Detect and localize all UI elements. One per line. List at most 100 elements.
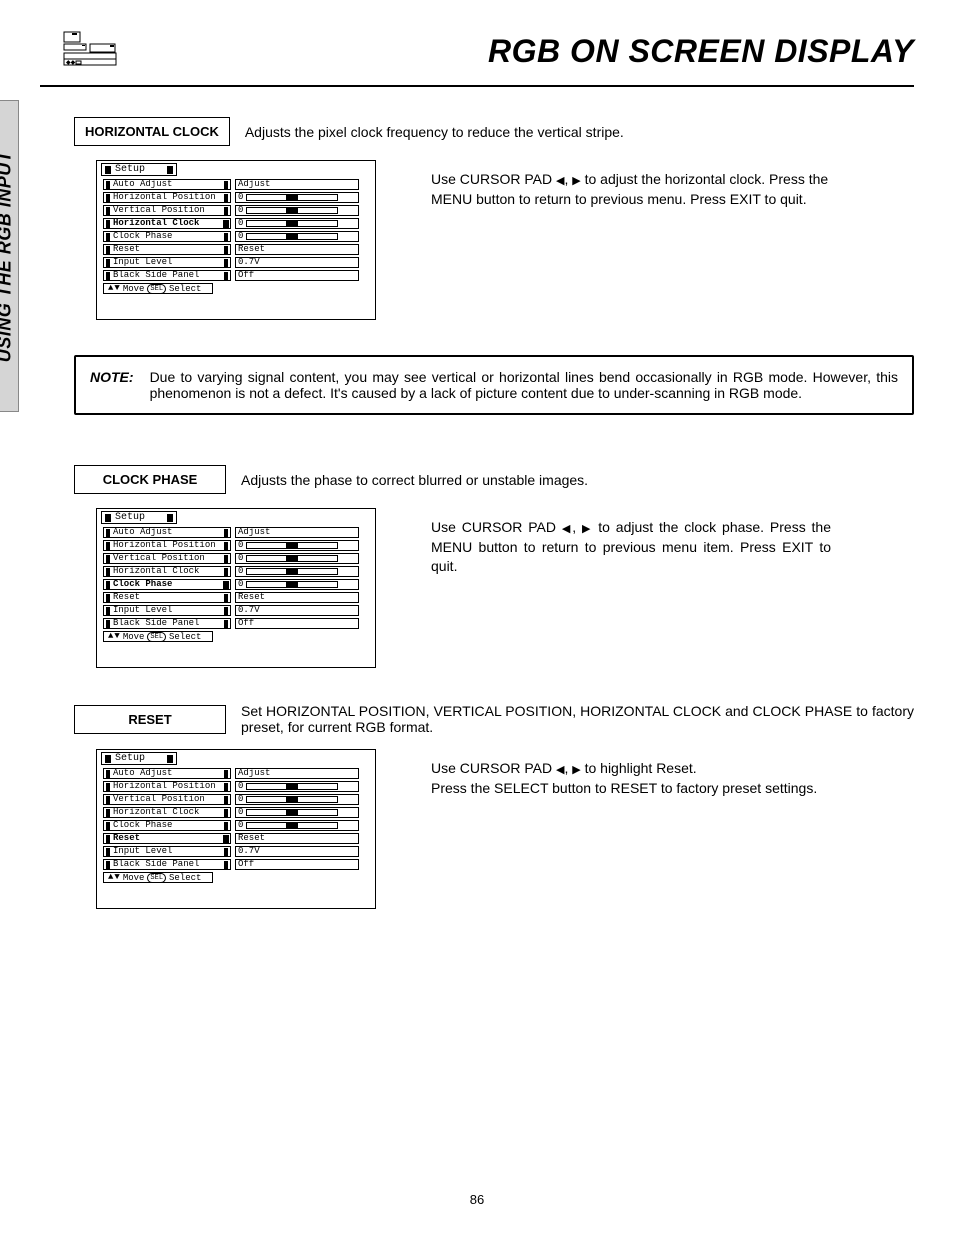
osd-row: Black Side Panel Off [97,617,375,630]
osd-row-label: Vertical Position [103,794,231,805]
osd-hint: ▲▼ Move SEL Select [103,631,213,642]
device-icon: ◆◆ [62,30,117,73]
section-label: RESET [74,705,226,734]
osd-row-label: Black Side Panel [103,859,231,870]
section-instruction: Use CURSOR PAD ◀, ▶ to highlight Reset.P… [431,759,817,798]
osd-row-label: Horizontal Clock [103,807,231,818]
osd-row: Input Level 0.7V [97,256,375,269]
osd-title: Setup [101,511,177,524]
section-description: Adjusts the pixel clock frequency to red… [245,124,914,140]
osd-row-label: Horizontal Clock [103,566,231,577]
osd-row-value: 0 [235,540,359,551]
osd-row-value: Reset [235,244,359,255]
page-header: ◆◆ RGB ON SCREEN DISPLAY [40,25,914,87]
osd-row-value: 0 [235,231,359,242]
osd-row: Vertical Position 0 [97,793,375,806]
page-number: 86 [0,1192,954,1207]
osd-row: Clock Phase 0 [97,819,375,832]
osd-row-label: Clock Phase [103,820,231,831]
osd-row-value: 0 [235,579,359,590]
osd-row-label: Horizontal Clock [103,218,231,229]
osd-row-value: 0.7V [235,605,359,616]
osd-row-label: Horizontal Position [103,192,231,203]
osd-title: Setup [101,163,177,176]
osd-row-value: Off [235,618,359,629]
osd-row-label: Horizontal Position [103,540,231,551]
osd-row-label: Vertical Position [103,205,231,216]
osd-panel: SetupAuto AdjustAdjustHorizontal Positio… [96,508,376,668]
osd-row-label: Black Side Panel [103,270,231,281]
osd-row-label: Horizontal Position [103,781,231,792]
osd-panel: SetupAuto AdjustAdjustHorizontal Positio… [96,749,376,909]
osd-hint: ▲▼ Move SEL Select [103,283,213,294]
osd-row-label: Input Level [103,605,231,616]
osd-row-label: Clock Phase [103,579,231,590]
section-description: Adjusts the phase to correct blurred or … [241,472,914,488]
osd-row-value: Off [235,270,359,281]
osd-hint: ▲▼ Move SEL Select [103,872,213,883]
osd-title: Setup [101,752,177,765]
osd-row: ResetReset [97,243,375,256]
osd-row: Horizontal Position 0 [97,191,375,204]
osd-row-value: Reset [235,592,359,603]
osd-row: Input Level 0.7V [97,604,375,617]
osd-row-label: Auto Adjust [103,179,231,190]
osd-row-label: Clock Phase [103,231,231,242]
osd-row-label: Input Level [103,257,231,268]
osd-row-value: 0 [235,218,359,229]
osd-row: Horizontal Clock 0 [97,217,375,230]
osd-row-value: 0.7V [235,257,359,268]
content-column: HORIZONTAL CLOCK Adjusts the pixel clock … [74,87,914,909]
section-instruction: Use CURSOR PAD ◀, ▶ to adjust the clock … [431,518,831,577]
osd-row-label: Auto Adjust [103,768,231,779]
osd-row-value: 0 [235,820,359,831]
osd-row-value: 0.7V [235,846,359,857]
manual-section: CLOCK PHASE Adjusts the phase to correct … [74,465,914,668]
osd-row: Clock Phase 0 [97,578,375,591]
osd-row: Auto Adjust Adjust [97,767,375,780]
osd-row-label: Reset [103,833,231,844]
osd-row-value: 0 [235,553,359,564]
osd-row: Input Level 0.7V [97,845,375,858]
osd-row-value: 0 [235,566,359,577]
osd-row-label: Black Side Panel [103,618,231,629]
osd-row-label: Vertical Position [103,553,231,564]
svg-text:◆◆: ◆◆ [66,60,76,66]
side-tab: USING THE RGB INPUT [0,100,19,412]
osd-row: Horizontal Clock 0 [97,806,375,819]
osd-row-value: Reset [235,833,359,844]
osd-row: Reset Reset [97,591,375,604]
osd-row: Clock Phase 0 [97,230,375,243]
note-text: Due to varying signal content, you may s… [150,369,898,401]
osd-row: Reset Reset [97,832,375,845]
section-label: CLOCK PHASE [74,465,226,494]
osd-panel: SetupAuto AdjustAdjustHorizontal Positio… [96,160,376,320]
osd-row-label: Input Level [103,846,231,857]
osd-row-value: Adjust [235,179,359,190]
osd-row: Horizontal Position 0 [97,539,375,552]
osd-row: Horizontal Position0 [97,780,375,793]
section-description: Set HORIZONTAL POSITION, VERTICAL POSITI… [241,703,914,735]
osd-row: Black Side Panel Off [97,858,375,871]
note-box: NOTE: Due to varying signal content, you … [74,355,914,415]
osd-row-label: Auto Adjust [103,527,231,538]
osd-row-value: 0 [235,192,359,203]
osd-row-label: Reset [103,592,231,603]
osd-row: Vertical Position 0 [97,552,375,565]
osd-row-value: 0 [235,794,359,805]
osd-row-value: Adjust [235,768,359,779]
osd-row: Auto Adjust Adjust [97,526,375,539]
section-label: HORIZONTAL CLOCK [74,117,230,146]
page-title: RGB ON SCREEN DISPLAY [488,33,914,70]
manual-section: RESET Set HORIZONTAL POSITION, VERTICAL P… [74,703,914,909]
osd-row: Black Side Panel Off [97,269,375,282]
osd-row-value: Adjust [235,527,359,538]
osd-row: Vertical Position 0 [97,204,375,217]
osd-row-value: 0 [235,807,359,818]
osd-row-value: 0 [235,205,359,216]
note-label: NOTE: [90,369,134,401]
osd-row-value: Off [235,859,359,870]
osd-row: Horizontal Clock 0 [97,565,375,578]
manual-section: HORIZONTAL CLOCK Adjusts the pixel clock … [74,117,914,320]
osd-row: Auto Adjust Adjust [97,178,375,191]
